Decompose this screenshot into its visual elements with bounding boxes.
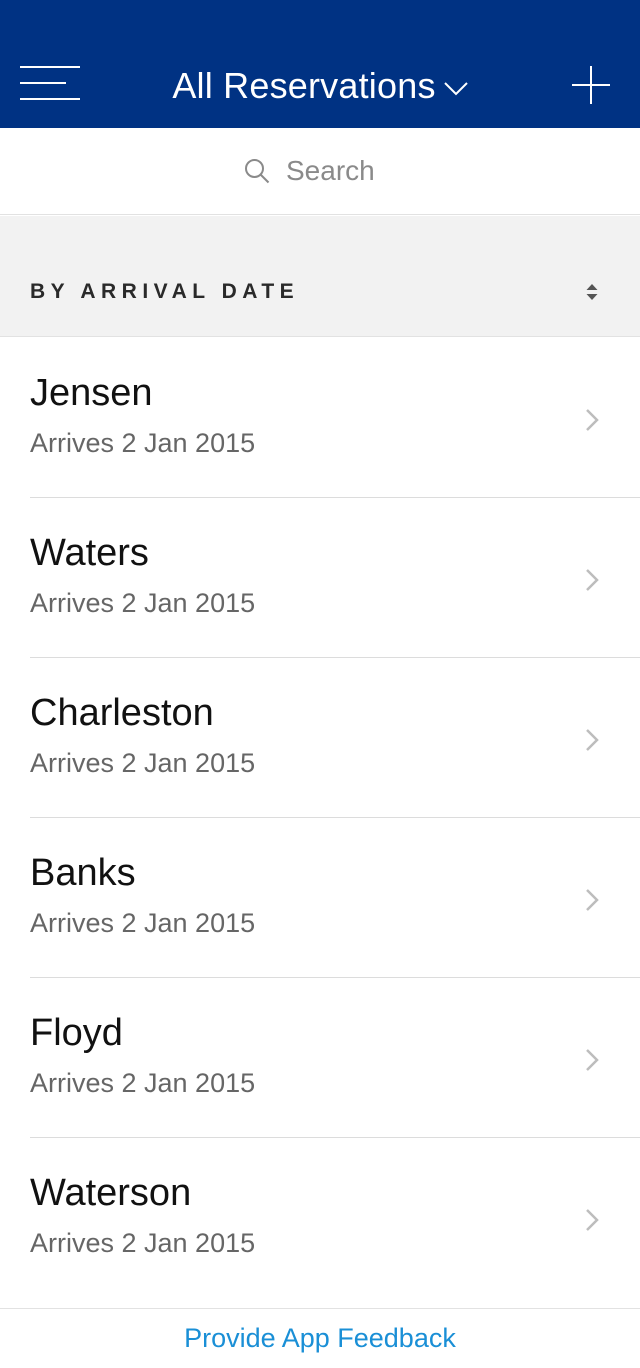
search-field[interactable]: [244, 155, 396, 187]
guest-name: Waterson: [30, 1172, 192, 1214]
arrival-date: Arrives 2 Jan 2015: [30, 748, 256, 778]
reservations-filter-dropdown[interactable]: All Reservations: [150, 60, 490, 112]
section-title: BY ARRIVAL DATE: [30, 280, 300, 303]
chevron-right-icon: [586, 569, 599, 591]
chevron-right-icon: [586, 1049, 599, 1071]
reservation-row[interactable]: Waters Arrives 2 Jan 2015: [0, 498, 640, 658]
guest-name: Floyd: [30, 1012, 123, 1054]
guest-name: Jensen: [30, 372, 153, 414]
add-reservation-button[interactable]: [572, 66, 610, 104]
hamburger-menu-icon[interactable]: [20, 66, 82, 106]
chevron-right-icon: [586, 729, 599, 751]
guest-name: Waters: [30, 532, 149, 574]
reservation-row[interactable]: Charleston Arrives 2 Jan 2015: [0, 658, 640, 818]
arrival-date: Arrives 2 Jan 2015: [30, 428, 256, 458]
guest-name: Charleston: [30, 692, 214, 734]
arrival-date: Arrives 2 Jan 2015: [30, 1228, 256, 1258]
reservation-list: Jensen Arrives 2 Jan 2015 Waters Arrives…: [0, 338, 640, 1298]
app-footer: Provide App Feedback: [0, 1308, 640, 1368]
chevron-down-icon: [443, 82, 468, 96]
reservation-row[interactable]: Waterson Arrives 2 Jan 2015: [0, 1138, 640, 1298]
chevron-right-icon: [586, 889, 599, 911]
reservation-row[interactable]: Banks Arrives 2 Jan 2015: [0, 818, 640, 978]
plus-icon-stroke: [590, 66, 592, 104]
arrival-date: Arrives 2 Jan 2015: [30, 908, 256, 938]
search-bar: [0, 128, 640, 215]
reservation-row[interactable]: Floyd Arrives 2 Jan 2015: [0, 978, 640, 1138]
search-icon: [245, 159, 270, 184]
page-title: All Reservations: [172, 65, 436, 106]
chevron-right-icon: [586, 1209, 599, 1231]
chevron-right-icon: [586, 409, 599, 431]
reservation-row[interactable]: Jensen Arrives 2 Jan 2015: [0, 338, 640, 498]
arrival-date: Arrives 2 Jan 2015: [30, 588, 256, 618]
guest-name: Banks: [30, 852, 136, 894]
search-input[interactable]: [286, 155, 396, 187]
sort-icon[interactable]: [585, 283, 599, 301]
sort-section-header: BY ARRIVAL DATE: [0, 216, 640, 337]
app-header: All Reservations: [0, 0, 640, 128]
provide-feedback-link[interactable]: Provide App Feedback: [184, 1323, 456, 1354]
arrival-date: Arrives 2 Jan 2015: [30, 1068, 256, 1098]
